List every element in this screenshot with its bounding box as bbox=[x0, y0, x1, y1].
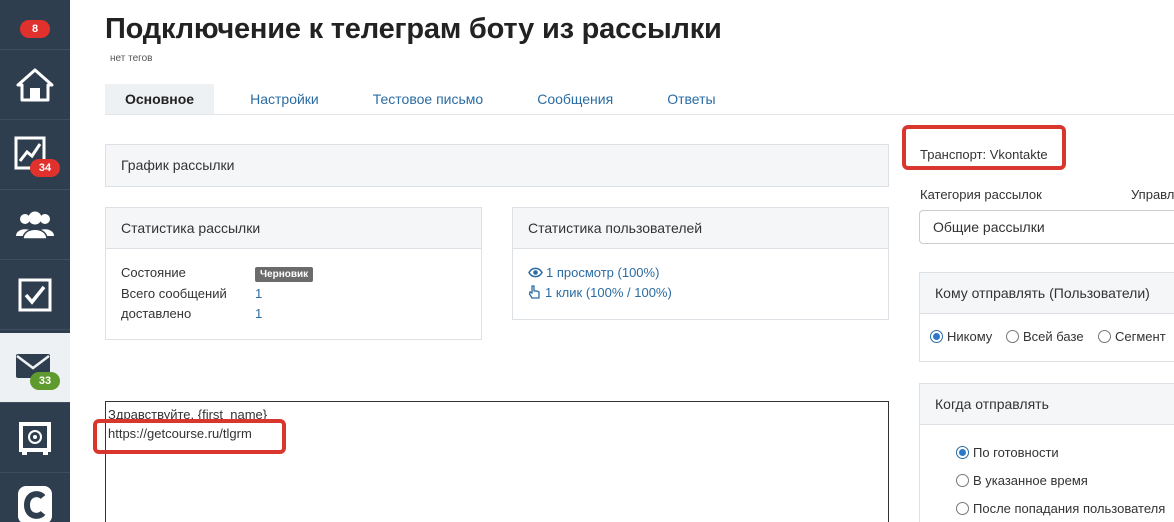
tabs: Основное Настройки Тестовое письмо Сообщ… bbox=[105, 84, 750, 114]
stat-total-label: Всего сообщений bbox=[121, 286, 227, 301]
tags-label: нет тегов bbox=[110, 53, 153, 64]
schedule-panel-title: График рассылки bbox=[106, 145, 888, 186]
tab-main[interactable]: Основное bbox=[105, 84, 215, 114]
radio-after-event-label: После попадания пользователя bbox=[973, 501, 1166, 516]
sidebar-item-home[interactable] bbox=[0, 50, 70, 120]
clicks-link[interactable]: 1 клик (100% / 100%) bbox=[528, 285, 672, 300]
sales-badge: 34 bbox=[30, 159, 60, 177]
recipients-option-nobody[interactable]: Никому bbox=[930, 329, 992, 344]
mailings-badge: 33 bbox=[30, 372, 60, 390]
mailing-stats-title: Статистика рассылки bbox=[106, 208, 481, 249]
sidebar-top-item[interactable]: 8 bbox=[0, 0, 70, 50]
home-icon bbox=[16, 68, 54, 101]
tabs-divider bbox=[105, 114, 1174, 115]
tab-replies[interactable]: Ответы bbox=[647, 84, 735, 114]
safe-icon bbox=[19, 421, 51, 455]
radio-scheduled[interactable] bbox=[956, 474, 969, 487]
radio-nobody-label: Никому bbox=[947, 329, 993, 344]
user-stats-title: Статистика пользователей bbox=[513, 208, 888, 249]
pointer-hand-icon bbox=[528, 285, 540, 299]
recipients-option-segment[interactable]: Сегмент bbox=[1098, 329, 1166, 344]
transport-highlight-box bbox=[902, 125, 1066, 170]
tab-test-letter[interactable]: Тестовое письмо bbox=[353, 84, 503, 114]
when-option-ready[interactable]: По готовности bbox=[956, 445, 1059, 460]
page-title: Подключение к телеграм боту из рассылки bbox=[105, 13, 722, 45]
tab-messages[interactable]: Сообщения bbox=[517, 84, 633, 114]
radio-nobody[interactable] bbox=[930, 330, 943, 343]
clicks-text: 1 клик (100% / 100%) bbox=[545, 285, 672, 300]
radio-scheduled-label: В указанное время bbox=[973, 473, 1088, 488]
notifications-badge: 8 bbox=[20, 20, 50, 38]
eye-icon bbox=[528, 267, 543, 278]
tasks-checkbox-icon bbox=[18, 278, 52, 311]
users-icon bbox=[16, 211, 54, 240]
mailing-stats-panel: Статистика рассылки Состояние Черновик В… bbox=[105, 207, 482, 340]
recipients-panel: Кому отправлять (Пользователи) Никому Вс… bbox=[919, 272, 1174, 362]
user-stats-panel: Статистика пользователей 1 просмотр (100… bbox=[512, 207, 889, 320]
when-title: Когда отправлять bbox=[920, 384, 1174, 425]
views-link[interactable]: 1 просмотр (100%) bbox=[528, 265, 659, 280]
radio-after-event[interactable] bbox=[956, 502, 969, 515]
getcourse-logo-icon bbox=[18, 486, 52, 522]
status-badge-wrap: Черновик bbox=[255, 265, 314, 282]
schedule-panel[interactable]: График рассылки bbox=[105, 144, 889, 187]
tab-settings[interactable]: Настройки bbox=[230, 84, 339, 114]
status-badge: Черновик bbox=[255, 267, 314, 282]
stat-delivered-value[interactable]: 1 bbox=[255, 306, 262, 321]
category-select[interactable]: Общие рассылки bbox=[919, 210, 1174, 244]
when-panel: Когда отправлять По готовности В указанн… bbox=[919, 383, 1174, 522]
recipients-option-all[interactable]: Всей базе bbox=[1006, 329, 1084, 344]
category-label: Категория рассылок bbox=[920, 187, 1042, 202]
stat-delivered-label: доставлено bbox=[121, 306, 192, 321]
sidebar: 8 34 33 bbox=[0, 0, 70, 522]
recipients-title: Кому отправлять (Пользователи) bbox=[920, 273, 1174, 314]
sidebar-item-safe[interactable] bbox=[0, 403, 70, 473]
when-option-scheduled[interactable]: В указанное время bbox=[956, 473, 1088, 488]
manage-categories-link[interactable]: Управл bbox=[1131, 187, 1174, 202]
sidebar-item-mailings[interactable]: 33 bbox=[0, 333, 70, 403]
stat-total-value[interactable]: 1 bbox=[255, 286, 262, 301]
sidebar-item-users[interactable] bbox=[0, 190, 70, 260]
link-highlight-box bbox=[93, 419, 286, 454]
radio-ready-label: По готовности bbox=[973, 445, 1059, 460]
radio-segment-label: Сегмент bbox=[1115, 329, 1166, 344]
radio-ready[interactable] bbox=[956, 446, 969, 459]
views-text: 1 просмотр (100%) bbox=[546, 265, 660, 280]
sidebar-item-tasks[interactable] bbox=[0, 260, 70, 330]
sidebar-item-sales[interactable]: 34 bbox=[0, 120, 70, 190]
radio-all-label: Всей базе bbox=[1023, 329, 1084, 344]
when-option-after-event[interactable]: После попадания пользователя bbox=[956, 501, 1165, 516]
stat-status-label: Состояние bbox=[121, 265, 186, 280]
radio-segment[interactable] bbox=[1098, 330, 1111, 343]
sidebar-item-getcourse[interactable] bbox=[0, 473, 70, 522]
radio-all[interactable] bbox=[1006, 330, 1019, 343]
